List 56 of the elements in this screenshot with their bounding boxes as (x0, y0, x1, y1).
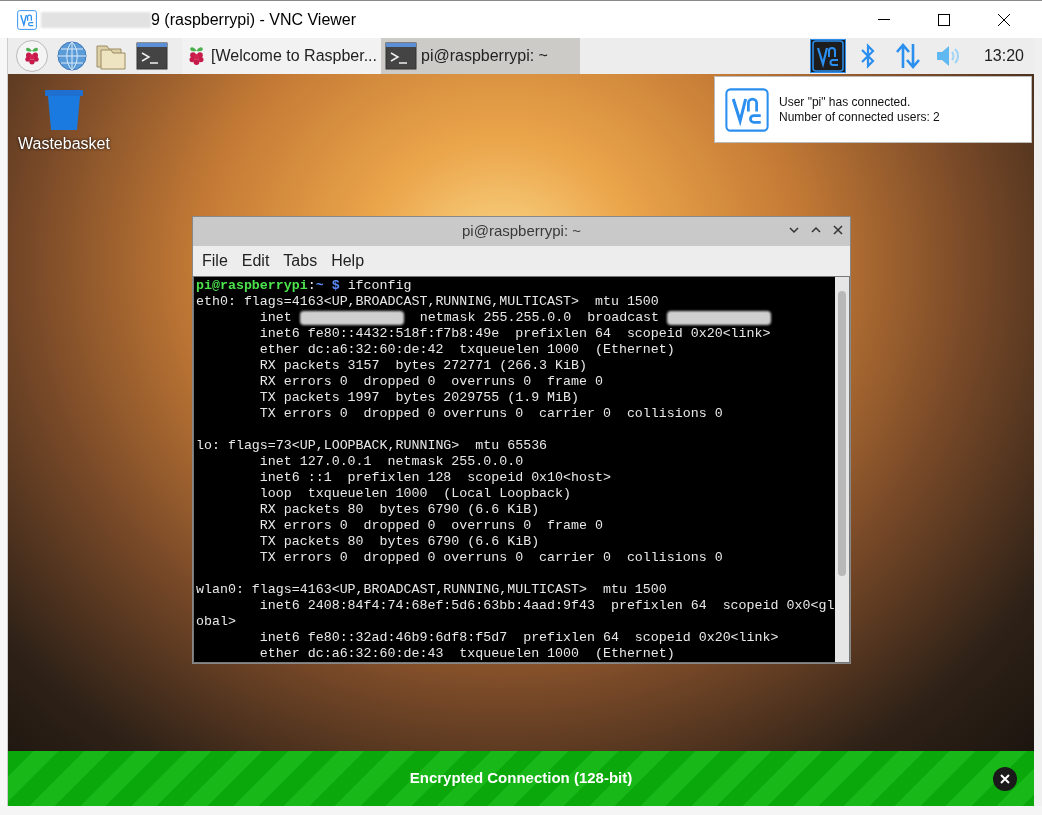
terminal-text: TX packets 1997 bytes 2029755 (1.9 MiB) (258, 390, 579, 406)
terminal-icon[interactable] (385, 42, 417, 70)
terminal-text: inet6 fe80::4432:518f:f7b8:49e prefixlen 64 scopeid 0x20<link> (258, 326, 771, 342)
terminal-text: inet (258, 310, 293, 326)
terminal-icon[interactable] (136, 42, 168, 70)
notification-text: User "pi" has connected. (779, 94, 912, 110)
terminal-text: loop txqueuelen 1000 (Local Loopback) (258, 486, 572, 502)
globe-icon[interactable] (56, 40, 88, 72)
banner-text: Encrypted Connection (128-bit) (409, 768, 633, 789)
minimize-icon[interactable] (788, 224, 800, 236)
tray-button[interactable] (809, 39, 846, 73)
terminal-text: netmask 255.255.0.0 broadcast (418, 310, 661, 326)
terminal-text: TX errors 0 dropped 0 overruns 0 carrier 0 collisions 0 (258, 550, 723, 566)
terminal-text: lo: flags=73<UP,LOOPBACK,RUNNING> mtu 65536 (196, 438, 548, 454)
terminal-text: RX packets 3157 bytes 272771 (266.3 KiB) (258, 358, 587, 374)
terminal-text: obal> (196, 614, 236, 630)
terminal-text: TX errors 0 dropped 0 overruns 0 carrier 0 collisions 0 (258, 406, 723, 422)
terminal-text: ether dc:a6:32:60:de:42 txqueuelen 1000 (Ethernet) (258, 342, 675, 358)
close-icon (998, 13, 1010, 26)
terminal-text: : (307, 278, 316, 294)
desktop-icon-label[interactable]: Wastebasket (18, 132, 110, 156)
task-button[interactable]: pi@raspberrypi: ~ (381, 38, 580, 74)
clock: 13:20 (983, 46, 1024, 66)
terminal-text: inet6 ::1 prefixlen 128 scopeid 0x10<host> (258, 470, 611, 486)
prompt-path: ~ $ (315, 278, 340, 294)
menu-item[interactable]: Tabs (283, 249, 318, 273)
vnc-icon (811, 40, 844, 72)
terminal-text: wlan0: flags=4163<UP,BROADCAST,RUNNING,MULTICAST> mtu 1500 (196, 582, 667, 598)
menu-item[interactable]: Edit (241, 249, 270, 273)
vnc-logo-icon (725, 87, 769, 132)
close-button[interactable] (993, 767, 1017, 791)
terminal-text: RX errors 0 dropped 0 overruns 0 frame 0 (258, 518, 603, 534)
vnc-logo-icon (17, 9, 37, 30)
terminal-text: eth0: flags=4163<UP,BROADCAST,RUNNING,MULTICAST> mtu 1500 (196, 294, 659, 310)
maximize-icon (938, 13, 950, 26)
terminal-text: inet6 2408:84f4:74:68ef:5d6:63bb:4aad:9f43 prefixlen 64 scopeid 0x0<gl (258, 598, 835, 614)
terminal-title: pi@raspberrypi: ~ (462, 221, 581, 242)
close-icon[interactable] (832, 224, 844, 236)
window-title: 9 (raspberrypi) - VNC Viewer (151, 9, 357, 30)
menu-item[interactable]: File (202, 249, 228, 273)
terminal-text: TX packets 80 bytes 6790 (6.6 KiB) (258, 534, 540, 550)
terminal-text: ifconfig (346, 278, 412, 294)
menu-item[interactable]: Help (331, 249, 365, 273)
up-down-arrows-icon (893, 42, 922, 70)
terminal-text: RX packets 80 bytes 6790 (6.6 KiB) (258, 502, 540, 518)
minimize-icon (878, 18, 890, 21)
prompt-user: pi@raspberrypi (196, 278, 308, 294)
terminal-text: inet 127.0.0.1 netmask 255.0.0.0 (258, 454, 524, 470)
task-button[interactable]: [Welcome to Raspber... (182, 38, 381, 74)
scrollbar[interactable] (835, 277, 849, 662)
menu-button[interactable] (16, 40, 48, 72)
terminal-text: inet6 fe80::32ad:46b9:6df8:f5d7 prefixlen 64 scopeid 0x20<link> (258, 630, 779, 646)
terminal-text: RX errors 0 dropped 0 overruns 0 frame 0 (258, 374, 603, 390)
notification-text: Number of connected users: 2 (779, 109, 940, 125)
terminal-text: ether dc:a6:32:60:de:43 txqueuelen 1000 (Ethernet) (258, 646, 675, 662)
close-icon (1000, 774, 1010, 784)
